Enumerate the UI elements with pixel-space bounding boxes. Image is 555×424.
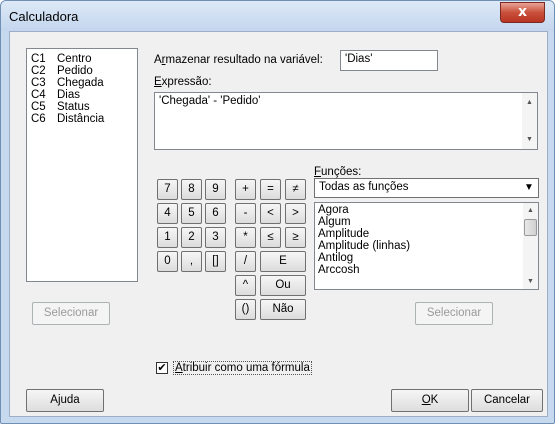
key-plus[interactable]: + bbox=[235, 179, 256, 200]
functions-list[interactable]: Agora Algum Amplitude Amplitude (linhas)… bbox=[314, 202, 539, 290]
variable-item[interactable]: C4 Dias bbox=[31, 89, 80, 101]
window-title: Calculadora bbox=[9, 9, 79, 24]
key-9[interactable]: 9 bbox=[205, 179, 226, 200]
cancel-button[interactable]: Cancelar bbox=[471, 389, 543, 412]
key-equals[interactable]: = bbox=[260, 179, 281, 200]
dialog-body: C1 Centro C2 Pedido C3 Chegada C4 Dias C5 Sta… bbox=[9, 31, 548, 417]
select-variable-button[interactable]: Selecionar bbox=[32, 302, 110, 325]
key-greater-than[interactable]: > bbox=[285, 203, 306, 224]
assign-formula-checkbox[interactable]: ✔ bbox=[156, 362, 168, 374]
key-0[interactable]: 0 bbox=[157, 251, 178, 272]
variable-item[interactable]: C5 Status bbox=[31, 101, 90, 113]
key-1[interactable]: 1 bbox=[157, 227, 178, 248]
function-item[interactable]: Amplitude (linhas) bbox=[318, 240, 410, 252]
ok-button[interactable]: OK bbox=[391, 389, 469, 412]
expression-input[interactable]: 'Chegada' - 'Pedido' ▲ ▼ bbox=[154, 92, 538, 150]
function-item[interactable]: Antilog bbox=[318, 252, 353, 264]
functions-category-value: Todas as funções bbox=[319, 181, 409, 193]
key-5[interactable]: 5 bbox=[181, 203, 202, 224]
key-brackets[interactable]: [] bbox=[205, 251, 226, 272]
scroll-up-icon[interactable]: ▲ bbox=[523, 203, 538, 218]
calculator-dialog: Calculadora x C1 Centro C2 Pedido C3 Chegad… bbox=[0, 0, 555, 424]
key-and[interactable]: E bbox=[260, 251, 306, 272]
title-bar: Calculadora x bbox=[1, 1, 554, 31]
functions-category-select[interactable]: Todas as funções ▼ bbox=[314, 178, 539, 198]
functions-scrollbar[interactable]: ▲ ▼ bbox=[523, 203, 538, 289]
key-comma[interactable]: , bbox=[181, 251, 202, 272]
key-2[interactable]: 2 bbox=[181, 227, 202, 248]
store-variable-input[interactable]: 'Dias' bbox=[340, 50, 438, 71]
key-less-equal[interactable]: ≤ bbox=[260, 227, 281, 248]
function-item[interactable]: Arccosh bbox=[318, 264, 360, 276]
select-function-button[interactable]: Selecionar bbox=[415, 302, 493, 325]
expression-label: Expressão: bbox=[154, 76, 212, 88]
close-button[interactable]: x bbox=[500, 2, 545, 23]
key-7[interactable]: 7 bbox=[157, 179, 178, 200]
key-multiply[interactable]: * bbox=[235, 227, 256, 248]
chevron-down-icon[interactable]: ▼ bbox=[520, 179, 538, 197]
key-not-equal[interactable]: ≠ bbox=[285, 179, 306, 200]
functions-label: Funções: bbox=[314, 166, 362, 178]
key-4[interactable]: 4 bbox=[157, 203, 178, 224]
key-6[interactable]: 6 bbox=[205, 203, 226, 224]
function-item[interactable]: Amplitude bbox=[318, 228, 369, 240]
key-8[interactable]: 8 bbox=[181, 179, 202, 200]
assign-formula-label[interactable]: Atribuir como uma fórmula bbox=[173, 361, 312, 375]
expression-text: 'Chegada' - 'Pedido' bbox=[159, 95, 261, 107]
scroll-thumb[interactable] bbox=[524, 219, 537, 236]
key-3[interactable]: 3 bbox=[205, 227, 226, 248]
function-item[interactable]: Agora bbox=[318, 204, 349, 216]
variable-item[interactable]: C2 Pedido bbox=[31, 65, 93, 77]
key-power[interactable]: ^ bbox=[235, 275, 256, 296]
key-divide[interactable]: / bbox=[235, 251, 256, 272]
key-less-than[interactable]: < bbox=[260, 203, 281, 224]
scroll-up-icon[interactable]: ▲ bbox=[522, 95, 537, 110]
key-or[interactable]: Ou bbox=[260, 275, 306, 296]
store-result-label: Armazenar resultado na variável: bbox=[154, 54, 323, 66]
scroll-down-icon[interactable]: ▼ bbox=[523, 274, 538, 289]
key-parentheses[interactable]: () bbox=[235, 299, 256, 320]
variable-item[interactable]: C1 Centro bbox=[31, 53, 92, 65]
variable-item[interactable]: C6 Distância bbox=[31, 113, 104, 125]
expression-scrollbar[interactable]: ▲ ▼ bbox=[522, 93, 537, 149]
key-minus[interactable]: - bbox=[235, 203, 256, 224]
variable-item[interactable]: C3 Chegada bbox=[31, 77, 104, 89]
key-not[interactable]: Não bbox=[260, 299, 306, 320]
scroll-down-icon[interactable]: ▼ bbox=[522, 132, 537, 147]
variable-list[interactable]: C1 Centro C2 Pedido C3 Chegada C4 Dias C5 Sta… bbox=[26, 48, 138, 282]
key-greater-equal[interactable]: ≥ bbox=[285, 227, 306, 248]
function-item[interactable]: Algum bbox=[318, 216, 351, 228]
help-button[interactable]: Ajuda bbox=[26, 389, 104, 412]
